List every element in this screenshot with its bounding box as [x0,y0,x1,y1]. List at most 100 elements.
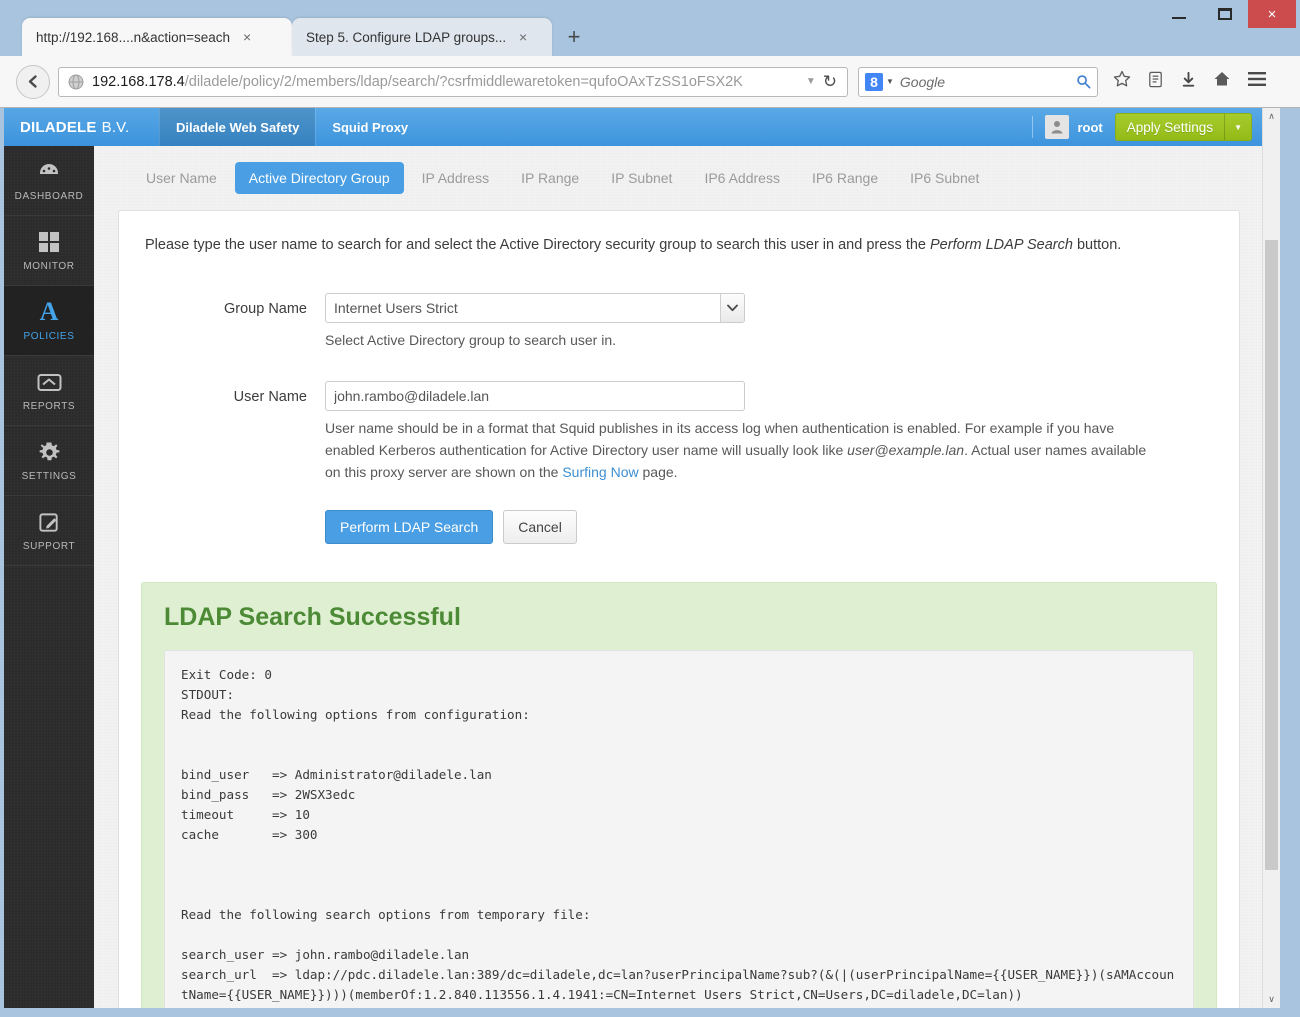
appnav-squid-proxy[interactable]: Squid Proxy [315,108,424,146]
search-icon[interactable] [1076,74,1091,89]
sidebar-item-settings[interactable]: SETTINGS [4,426,94,496]
app-header-right: root Apply Settings ▼ [1032,108,1262,146]
new-tab-button[interactable]: + [560,25,588,51]
gear-icon [38,439,61,465]
tab-active-directory-group[interactable]: Active Directory Group [234,162,404,194]
intro-text-before: Please type the user name to search for … [145,237,931,253]
menu-icon[interactable] [1246,70,1268,93]
user-icon [1051,121,1063,134]
browser-tab-title: Step 5. Configure LDAP groups... [306,29,507,45]
back-arrow-icon [28,75,37,88]
ldap-result-box: LDAP Search Successful Exit Code: 0 STDO… [141,581,1217,1008]
surfing-now-link[interactable]: Surfing Now [562,464,638,480]
browser-tab-active[interactable]: http://192.168....n&action=seach × [22,18,292,56]
user-name-help-part-3: page. [638,463,678,480]
reading-list-icon[interactable] [1146,70,1165,94]
intro-text-after: button. [1072,237,1122,253]
page-viewport: DILADELE B.V. Diladele Web Safety Squid … [4,108,1280,1008]
intro-emphasis: Perform LDAP Search [930,237,1073,253]
group-name-select[interactable]: Internet Users Strict [325,292,745,323]
tab-ip6-address[interactable]: IP6 Address [690,162,794,194]
browser-window: × http://192.168....n&action=seach × Ste… [0,0,1300,1017]
cancel-button[interactable]: Cancel [503,509,577,544]
group-name-label: Group Name [223,300,307,317]
url-dropdown-icon[interactable]: ▼ [806,76,816,87]
user-name-label: User Name [233,389,307,406]
close-tab-icon[interactable]: × [516,30,530,44]
group-name-select-wrap: Internet Users Strict [325,292,745,323]
close-tab-icon[interactable]: × [240,30,254,44]
main-content: User Name Active Directory Group IP Addr… [94,146,1262,1008]
page-scrollbar[interactable]: ∧ ∨ [1262,108,1280,1008]
search-engine-chevron-down-icon[interactable]: ▼ [886,77,894,86]
dashboard-gauge-icon [36,159,62,185]
url-text: 192.168.178.4/diladele/policy/2/members/… [92,73,743,90]
sidebar-item-policies[interactable]: A POLICIES [4,286,94,356]
home-icon[interactable] [1212,69,1232,94]
downloads-icon[interactable] [1179,70,1198,94]
sidebar-item-label: MONITOR [23,261,75,272]
sidebar-item-label: REPORTS [22,401,76,412]
tab-ip6-range[interactable]: IP6 Range [798,162,892,194]
appnav-diladele-web-safety[interactable]: Diladele Web Safety [159,108,316,146]
tab-ip-address[interactable]: IP Address [408,162,503,194]
search-input[interactable]: Google [900,74,1076,90]
tab-ip-subnet[interactable]: IP Subnet [597,162,686,194]
scrollbar-thumb[interactable] [1265,240,1278,870]
chevron-down-icon[interactable]: ▼ [1224,114,1251,140]
browser-tab-title: http://192.168....n&action=seach [36,29,231,45]
perform-ldap-search-button[interactable]: Perform LDAP Search [325,509,494,544]
user-name-row: User Name User name should be in a forma… [145,381,1213,577]
scroll-down-arrow-icon[interactable]: ∨ [1263,991,1280,1008]
sidebar-item-support[interactable]: SUPPORT [4,496,94,566]
appnav-label: Squid Proxy [332,119,409,135]
group-name-help: Select Active Directory group to search … [325,331,617,348]
user-name-input[interactable] [325,381,745,412]
brand-name: DILADELE [20,118,97,136]
grid-squares-icon [38,229,60,255]
scroll-up-arrow-icon[interactable]: ∧ [1263,108,1280,125]
inbox-tray-icon [37,369,62,395]
sidebar-item-label: DASHBOARD [14,191,84,202]
back-button[interactable] [16,64,50,99]
group-name-field-wrap: Internet Users Strict Select Active Dire… [325,292,1165,378]
user-name-label: root [1077,119,1103,135]
result-title: LDAP Search Successful [164,602,461,631]
tab-user-name[interactable]: User Name [132,162,231,194]
browser-tab-inactive[interactable]: Step 5. Configure LDAP groups... × [292,18,552,56]
sidebar-item-label: POLICIES [23,331,75,342]
avatar[interactable] [1045,115,1070,139]
sidebar: DASHBOARD MONITOR A POLICIES REPORTS SET… [4,146,94,1008]
appnav-label: Diladele Web Safety [176,119,300,135]
form-actions: Perform LDAP Search Cancel [325,509,1165,544]
sidebar-item-dashboard[interactable]: DASHBOARD [4,146,94,216]
tab-ip6-subnet[interactable]: IP6 Subnet [896,162,993,194]
app-header: DILADELE B.V. Diladele Web Safety Squid … [4,108,1262,146]
brand-logo[interactable]: DILADELE B.V. [4,108,159,146]
letter-a-icon: A [39,297,59,326]
user-name-help-emphasis: user@example.lan [847,442,965,459]
brand-suffix: B.V. [101,118,130,136]
ldap-search-panel: Please type the user name to search for … [118,210,1240,1008]
apply-settings-label: Apply Settings [1126,119,1214,135]
pencil-note-icon [38,509,61,535]
bookmark-star-icon[interactable] [1112,69,1132,94]
search-bar[interactable]: 8 ▼ Google [858,66,1098,97]
policy-member-type-tabs: User Name Active Directory Group IP Addr… [94,146,1262,204]
reload-icon[interactable]: ↻ [823,72,837,92]
google-badge-icon: 8 [865,72,883,91]
result-output: Exit Code: 0 STDOUT: Read the following … [164,649,1194,1008]
sidebar-item-reports[interactable]: REPORTS [4,356,94,426]
sidebar-item-label: SUPPORT [22,541,76,552]
panel-instructions: Please type the user name to search for … [145,235,1213,257]
user-name-field-wrap: User name should be in a format that Squ… [325,381,1165,577]
url-bar[interactable]: 192.168.178.4/diladele/policy/2/members/… [58,66,848,97]
tab-ip-range[interactable]: IP Range [507,162,593,194]
sidebar-item-monitor[interactable]: MONITOR [4,216,94,286]
sidebar-item-label: SETTINGS [21,471,77,482]
browser-tabstrip: http://192.168....n&action=seach × Step … [0,18,1300,56]
divider [1032,116,1034,138]
browser-navbar: 192.168.178.4/diladele/policy/2/members/… [0,56,1300,108]
apply-settings-button[interactable]: Apply Settings ▼ [1114,113,1252,141]
group-name-row: Group Name Internet Users Strict Select … [145,292,1213,378]
